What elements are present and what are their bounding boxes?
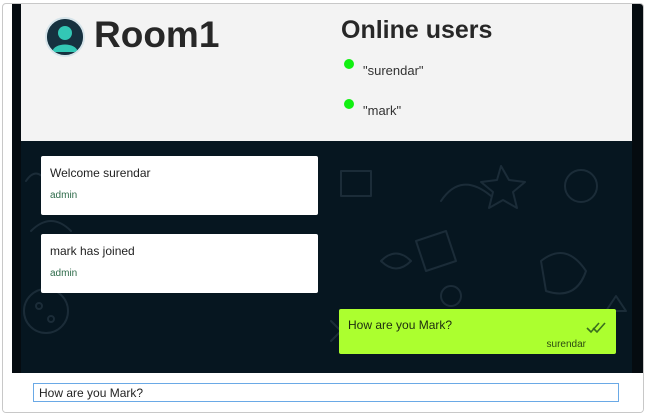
message-author: admin [50,190,78,201]
room-header: Room1 Online users "surendar" "mark" [21,4,632,141]
composer-bar [3,373,643,412]
online-status-icon [344,59,354,69]
message-text: Welcome surendar [50,166,151,180]
online-user-name: "mark" [363,103,402,118]
left-border [12,4,21,376]
message-bubble: Welcome surendar admin [41,156,318,215]
message-input[interactable] [33,383,619,402]
message-author: surendar [546,339,586,350]
online-users-title: Online users [341,16,493,44]
message-author: admin [50,268,78,279]
room-title: Room1 [94,14,220,55]
double-check-icon [586,321,606,339]
message-list[interactable]: Welcome surendar admin mark has joined a… [21,141,632,373]
online-status-icon [344,99,354,109]
right-border [632,4,643,376]
chat-window: Room1 Online users "surendar" "mark" Wel… [2,3,644,413]
message-bubble: mark has joined admin [41,234,318,293]
message-text: How are you Mark? [348,318,453,332]
message-text: mark has joined [50,244,135,258]
user-avatar-icon[interactable] [45,17,85,57]
online-user-name: "surendar" [363,63,424,78]
own-message-bubble: How are you Mark? surendar [339,309,616,354]
